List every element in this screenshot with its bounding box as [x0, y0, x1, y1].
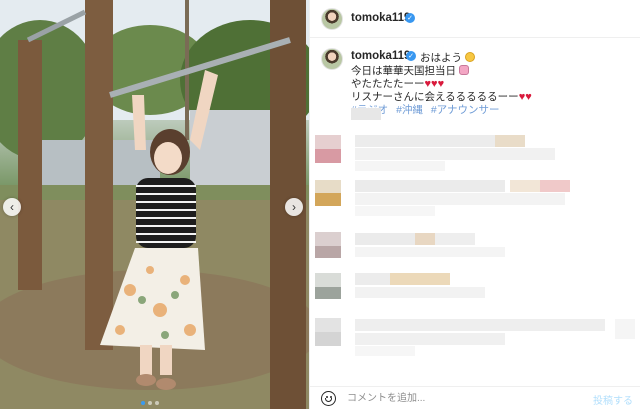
hashtag-link[interactable]: #アナウンサー — [431, 104, 500, 116]
caption-avatar[interactable] — [321, 48, 343, 70]
post-photo[interactable]: ‹ › — [0, 0, 309, 409]
comment-text — [615, 319, 635, 339]
comment-avatar — [315, 149, 341, 163]
comment-composer: 投稿する — [310, 386, 640, 409]
comment-text — [355, 346, 415, 356]
comment-text — [355, 333, 505, 345]
comment-text — [355, 135, 495, 147]
caption-blurred-text — [351, 108, 381, 120]
chevron-left-icon: ‹ — [10, 200, 14, 214]
flower-emoji-icon — [458, 65, 469, 75]
carousel-dot — [148, 401, 152, 405]
comment-text — [355, 193, 565, 205]
comment-avatar — [315, 232, 341, 246]
comment-avatar — [315, 318, 341, 332]
post-header: tomoka119 ✓ — [310, 0, 640, 38]
caption-line: 今日は華華天国担当日 — [351, 65, 532, 78]
post-comment-button[interactable]: 投稿する — [593, 392, 633, 407]
comment-text — [355, 180, 505, 192]
comment-text — [355, 247, 505, 257]
comment-avatar — [315, 246, 341, 258]
heart-icon: ♥ — [525, 91, 532, 103]
comment-text — [355, 319, 605, 331]
comment-text — [355, 206, 435, 216]
comment-list — [310, 130, 640, 380]
caption-greeting: おはよう — [420, 50, 475, 65]
comment-avatar — [315, 135, 341, 149]
comment-text — [355, 273, 390, 285]
carousel-dots — [141, 401, 159, 405]
chevron-right-icon: › — [292, 200, 296, 214]
comment-avatar — [315, 287, 341, 299]
comment-input[interactable] — [347, 390, 587, 407]
comment-text — [390, 273, 450, 285]
caption-username[interactable]: tomoka119 — [351, 50, 410, 62]
comment-avatar — [315, 193, 341, 206]
comment-text — [435, 233, 475, 245]
hashtag-link[interactable]: #沖縄 — [396, 104, 423, 116]
heart-icon: ♥ — [437, 78, 445, 90]
sun-emoji-icon — [464, 52, 475, 62]
comment-avatar — [315, 332, 341, 346]
comment-text — [495, 135, 525, 147]
carousel-dot — [155, 401, 159, 405]
comment-text — [415, 233, 435, 245]
comment-text — [355, 287, 485, 298]
carousel-next-button[interactable]: › — [285, 198, 303, 216]
photo-illustration — [0, 0, 309, 409]
verified-badge-icon: ✓ — [406, 51, 416, 61]
comment-text — [355, 148, 555, 160]
header-username[interactable]: tomoka119 — [351, 12, 410, 24]
comment-text — [355, 161, 445, 171]
post-side-panel: tomoka119 ✓ tomoka119 ✓ おはよう 今日は華華天国担当日 … — [309, 0, 640, 409]
smile-icon[interactable] — [321, 391, 336, 406]
caption-line: リスナーさんに会えるるるるるーー♥♥ — [351, 91, 532, 103]
verified-badge-icon: ✓ — [405, 13, 415, 23]
caption-line: やたたたたーー♥♥♥ — [351, 78, 445, 90]
avatar[interactable] — [321, 8, 343, 30]
carousel-dot — [141, 401, 145, 405]
comment-text — [510, 180, 540, 192]
carousel-prev-button[interactable]: ‹ — [3, 198, 21, 216]
comment-text — [355, 233, 415, 245]
comment-avatar — [315, 180, 341, 193]
comment-text — [540, 180, 570, 192]
comment-avatar — [315, 273, 341, 287]
